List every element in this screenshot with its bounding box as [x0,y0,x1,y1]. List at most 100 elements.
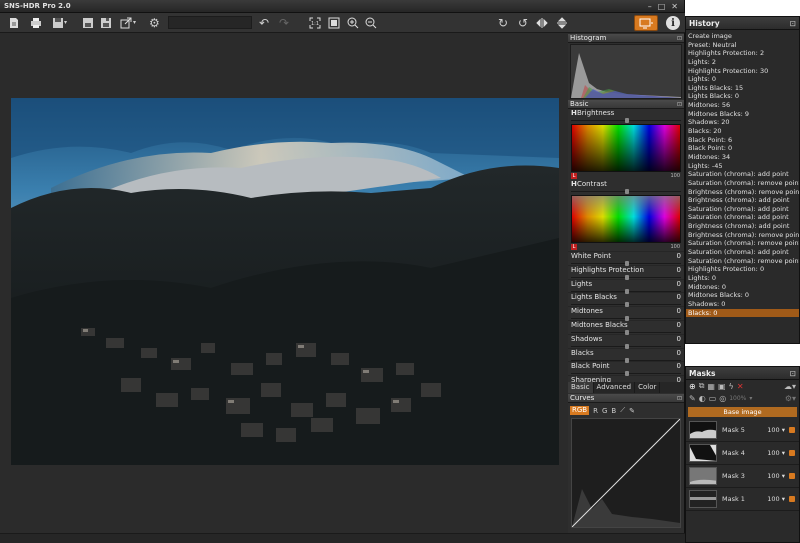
cloud-icon[interactable]: ☁▾ [784,382,799,391]
redo-icon[interactable]: ↷ [279,16,289,30]
pin-icon[interactable]: ⊡ [677,394,682,403]
contrast-color-box[interactable] [571,195,681,243]
brush-size-icon[interactable]: ◎ [719,394,726,403]
contrast-slider[interactable] [571,189,681,194]
history-item[interactable]: Brightness (chroma): remove point [686,231,799,240]
history-item[interactable]: Midtones Blacks: 9 [686,110,799,119]
channel-b[interactable]: B [611,407,616,415]
history-item[interactable]: Midtones: 0 [686,283,799,292]
tab-basic[interactable]: Basic [568,382,594,393]
history-item[interactable]: Preset: Neutral [686,41,799,50]
zoom-out-icon[interactable] [365,16,377,30]
slider-lights[interactable]: Lights 0 [568,278,684,294]
tab-color[interactable]: Color [635,382,661,393]
mask-item[interactable]: Mask 4 100 ▾ [686,442,799,465]
mask-color-icon[interactable] [789,450,795,456]
fullscreen-icon[interactable] [328,16,340,30]
brightness-slider[interactable] [571,118,681,123]
mask-item[interactable]: Mask 5 100 ▾ [686,419,799,442]
slider-black-point[interactable]: Black Point 0 [568,361,684,377]
pin-icon[interactable]: ⊡ [677,34,682,43]
export-icon[interactable] [120,16,132,30]
history-item[interactable]: Brightness (chroma): remove point [686,188,799,197]
mask-color-icon[interactable] [789,473,795,479]
history-item[interactable]: Lights: 0 [686,75,799,84]
mask-opacity[interactable]: 100 ▾ [767,472,785,480]
slider-knob[interactable] [625,189,629,194]
flip-horizontal-icon[interactable] [536,16,548,30]
mask-item[interactable]: Mask 3 100 ▾ [686,465,799,488]
chevron-down-icon[interactable]: ▾ [133,16,136,30]
slider-shadows[interactable]: Shadows 0 [568,333,684,349]
history-item[interactable]: Midtones Blacks: 0 [686,291,799,300]
lightning-icon[interactable]: ϟ [729,382,734,391]
mask-opacity[interactable]: 100 ▾ [767,449,785,457]
channel-r[interactable]: R [593,407,598,415]
slider-blacks[interactable]: Blacks 0 [568,347,684,363]
history-item[interactable]: Saturation (chroma): remove point [686,239,799,248]
slider-midtones-blacks[interactable]: Midtones Blacks 0 [568,319,684,335]
pin-icon[interactable]: ⊡ [677,100,682,109]
slider-highlights-protection[interactable]: Highlights Protection 0 [568,264,684,280]
history-item[interactable]: Midtones: 56 [686,101,799,110]
slider-knob[interactable] [625,118,629,123]
fit-icon[interactable]: 1:1 [309,16,321,30]
history-item[interactable]: Lights: 0 [686,274,799,283]
history-item[interactable]: Blacks: 0 [686,308,799,318]
history-item[interactable]: Brightness (chroma): add point [686,222,799,231]
pencil-icon[interactable]: ✎ [629,407,635,415]
history-item[interactable]: Saturation (chroma): add point [686,205,799,214]
history-item[interactable]: Black Point: 6 [686,136,799,145]
history-item[interactable]: Lights: 2 [686,58,799,67]
chevron-down-icon[interactable]: ▾ [64,16,67,30]
mask-color-icon[interactable] [789,427,795,433]
curves-graph[interactable] [571,418,681,528]
chevron-down-icon[interactable]: ▾ [749,395,752,402]
brightness-color-box[interactable] [571,124,681,172]
history-item[interactable]: Black Point: 0 [686,144,799,153]
save-icon[interactable] [52,16,64,30]
history-item[interactable]: Lights Blacks: 15 [686,84,799,93]
history-item[interactable]: Brightness (chroma): add point [686,196,799,205]
mask-opacity[interactable]: 100 ▾ [767,426,785,434]
history-item[interactable]: Saturation (chroma): add point [686,213,799,222]
info-icon[interactable]: i [666,16,680,30]
close-icon[interactable]: ✕ [671,2,678,11]
history-item[interactable]: Saturation (chroma): remove point [686,257,799,266]
photo-preview[interactable] [11,98,559,465]
zoom-level[interactable]: 100% [729,395,746,402]
tab-advanced[interactable]: Advanced [594,382,636,393]
history-item[interactable]: Highlights Protection: 30 [686,67,799,76]
rotate-left-icon[interactable]: ↺ [518,16,528,30]
minimize-icon[interactable]: – [648,2,652,11]
channel-rgb[interactable]: RGB [570,406,590,415]
history-item[interactable]: Create image [686,32,799,41]
print-icon[interactable] [30,16,42,30]
flip-vertical-icon[interactable] [556,16,568,30]
undo-icon[interactable]: ↶ [259,16,269,30]
history-item[interactable]: Midtones: 34 [686,153,799,162]
zoom-in-icon[interactable] [347,16,359,30]
save-copy-icon[interactable] [100,16,112,30]
new-file-icon[interactable] [8,16,20,30]
history-item[interactable]: Lights: -45 [686,162,799,171]
channel-g[interactable]: G [602,407,607,415]
delete-mask-icon[interactable]: ✕ [737,382,744,391]
add-mask-icon[interactable]: ⊕ [689,382,696,391]
history-item[interactable]: Blacks: 20 [686,127,799,136]
settings-gear-icon[interactable]: ⚙ [149,16,160,30]
toolbar-field[interactable] [168,16,252,29]
mask-color-icon[interactable] [789,496,795,502]
settings-gear-icon[interactable]: ⚙▾ [785,394,799,403]
history-item[interactable]: Saturation (chroma): remove point [686,179,799,188]
history-item[interactable]: Saturation (chroma): add point [686,170,799,179]
history-item[interactable]: Highlights Protection: 0 [686,265,799,274]
curve-line-icon[interactable]: ⟋ [620,406,625,415]
slider-midtones[interactable]: Midtones 0 [568,306,684,322]
history-item[interactable]: Shadows: 20 [686,118,799,127]
maximize-icon[interactable]: □ [658,2,666,11]
gradient-icon[interactable]: ◐ [699,394,706,403]
slider-lights-blacks[interactable]: Lights Blacks 0 [568,292,684,308]
history-item[interactable]: Lights Blacks: 0 [686,92,799,101]
history-item[interactable]: Saturation (chroma): add point [686,248,799,257]
